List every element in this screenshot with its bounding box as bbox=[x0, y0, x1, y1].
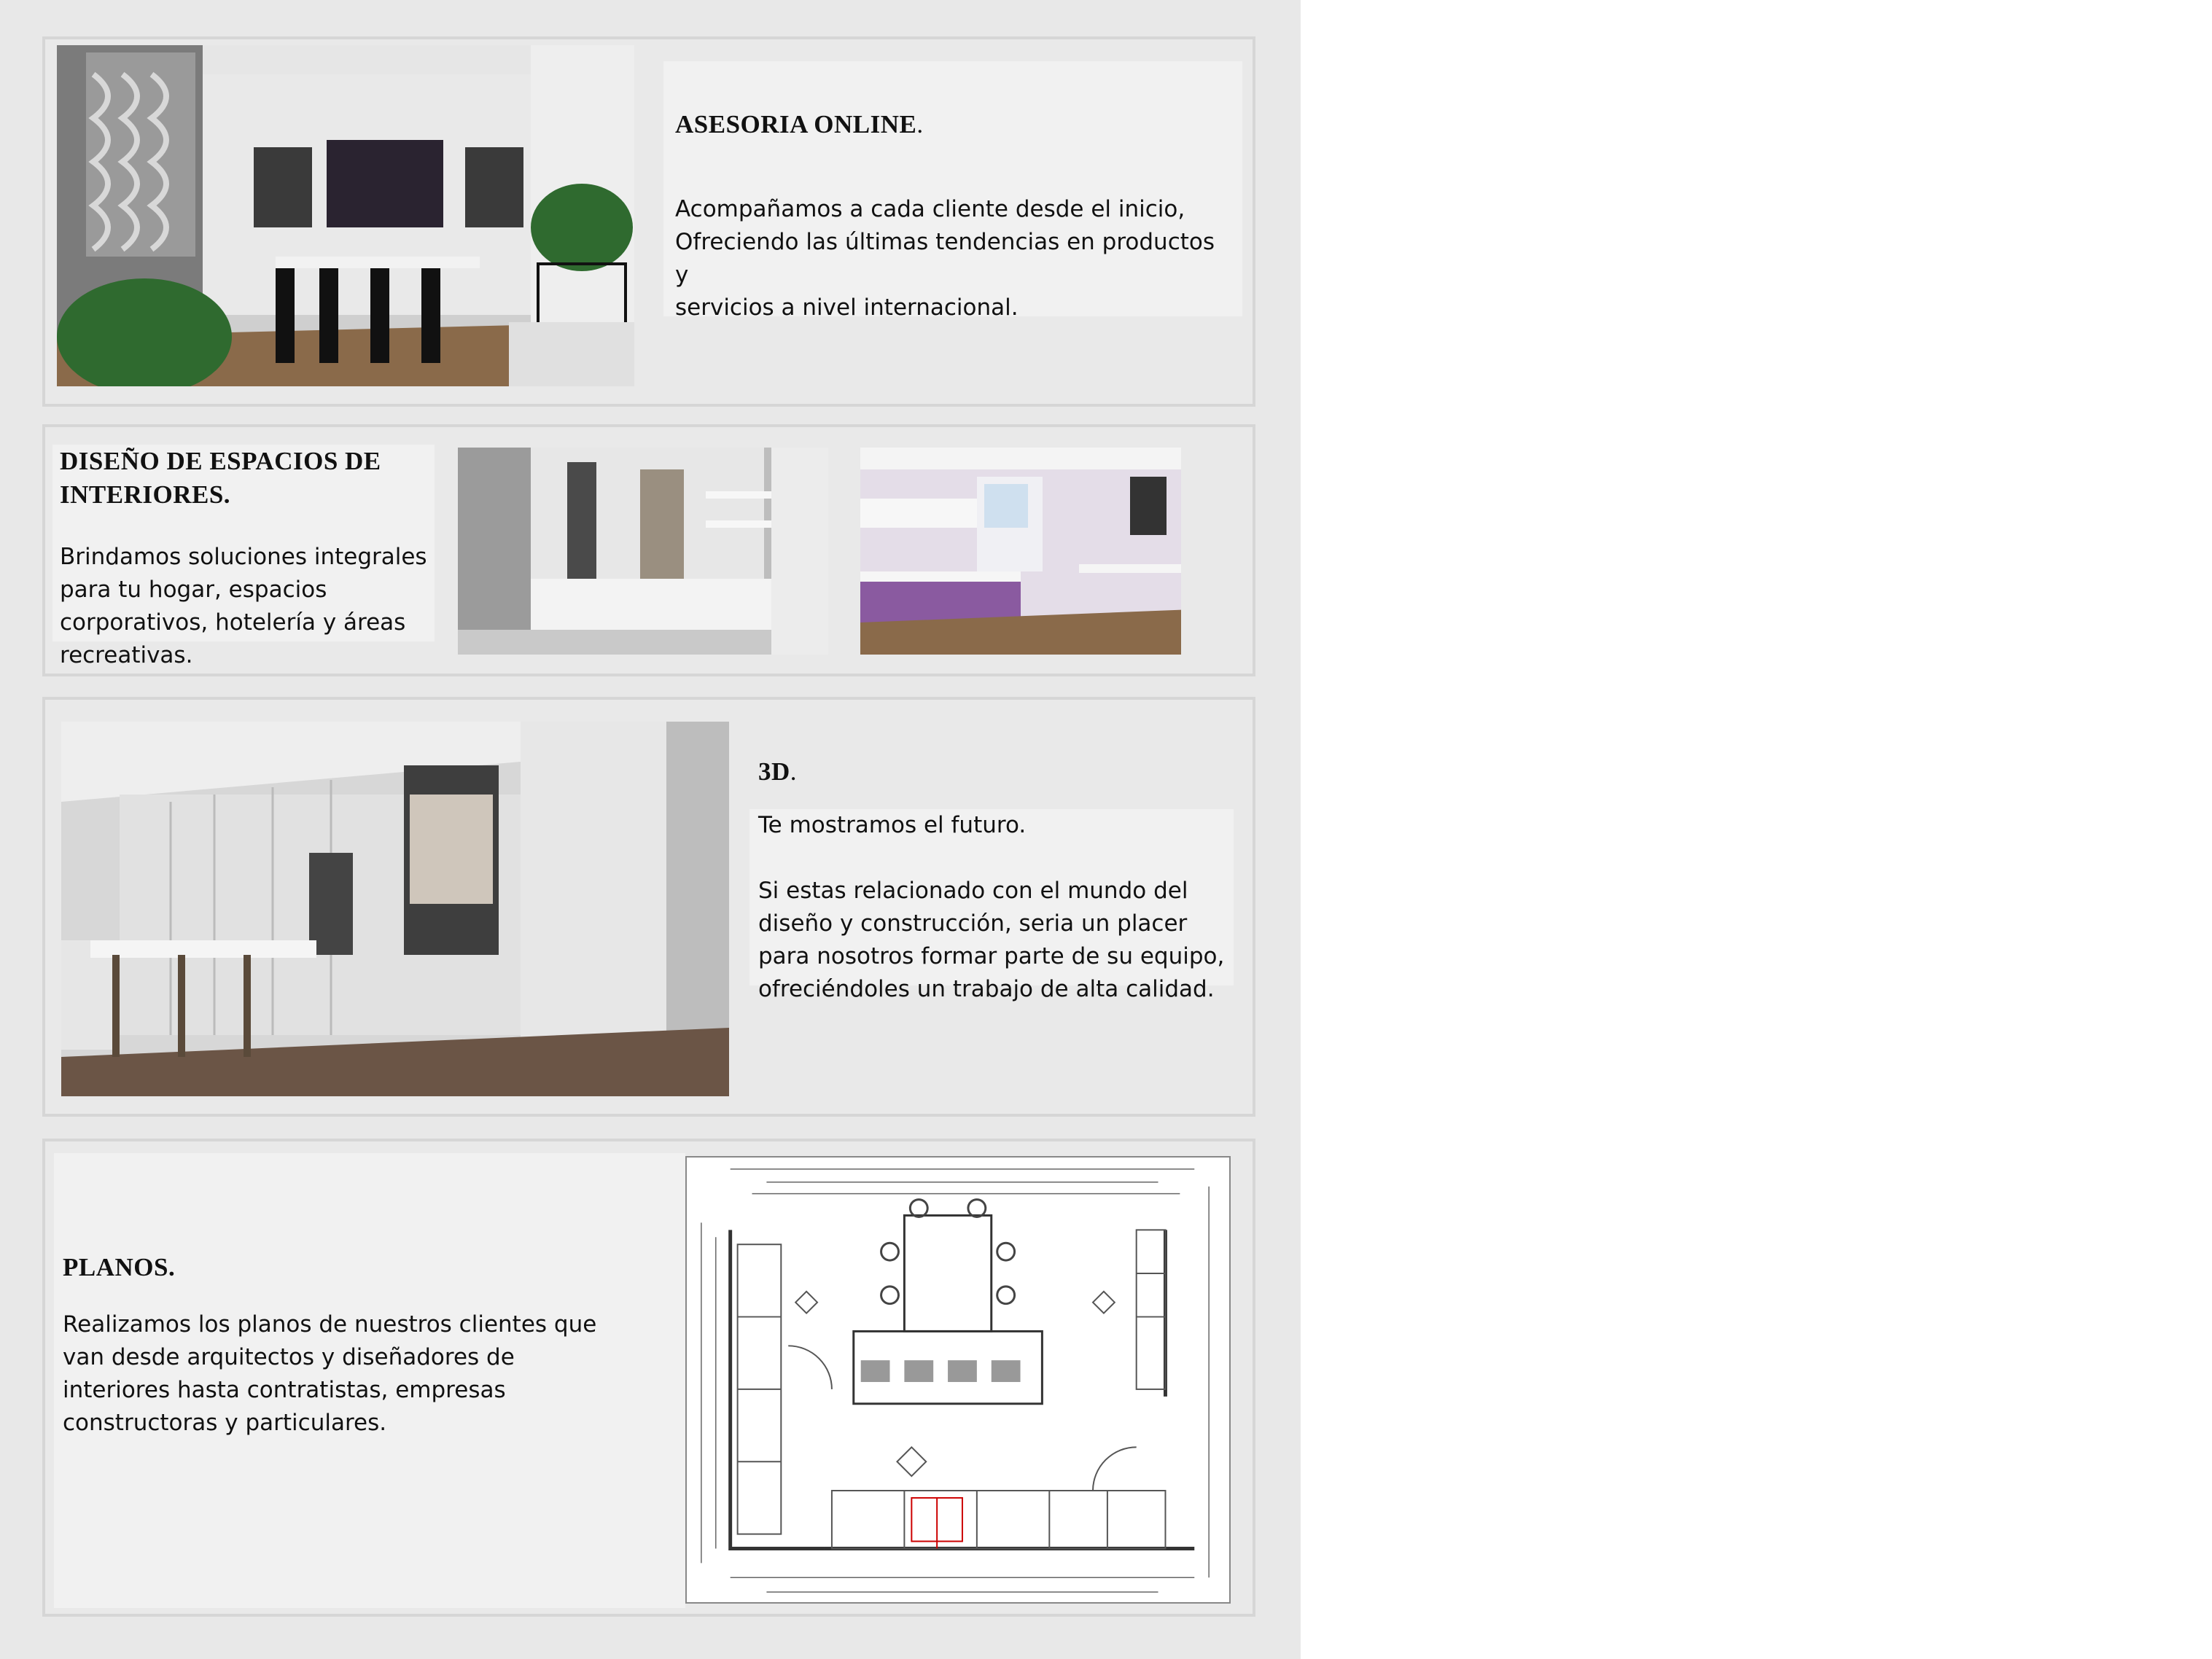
diseno-body: Brindamos soluciones integrales para tu … bbox=[60, 544, 427, 668]
section-planos: PLANOS. Realizamos los planos de nuestro… bbox=[42, 1139, 1255, 1617]
document-page: ASESORIA ONLINE. Acompañamos a cada clie… bbox=[0, 0, 1301, 1659]
diseno-text-box: DISEÑO DE ESPACIOS DE INTERIORES. Brinda… bbox=[52, 445, 435, 668]
asesoria-title: ASESORIA ONLINE bbox=[675, 110, 917, 138]
section-asesoria-online: ASESORIA ONLINE. Acompañamos a cada clie… bbox=[42, 36, 1255, 407]
asesoria-title-suffix: . bbox=[916, 110, 924, 138]
3d-text-box: Te mostramos el futuro. Si estas relacio… bbox=[749, 809, 1234, 1002]
3d-body: Si estas relacionado con el mundo del di… bbox=[758, 878, 1225, 1002]
bedroom-render-image bbox=[860, 448, 1229, 655]
3d-tagline: Te mostramos el futuro. bbox=[758, 812, 1027, 838]
living-room-render-image bbox=[458, 448, 828, 655]
asesoria-heading: ASESORIA ONLINE. bbox=[675, 108, 1231, 141]
planos-body: Realizamos los planos de nuestros client… bbox=[63, 1311, 597, 1436]
floor-plan-image bbox=[685, 1156, 1231, 1604]
3d-title-suffix: . bbox=[790, 757, 798, 786]
planos-title: PLANOS. bbox=[63, 1253, 176, 1281]
planos-text-box: PLANOS. Realizamos los planos de nuestro… bbox=[54, 1153, 685, 1608]
section-diseno-interiores: DISEÑO DE ESPACIOS DE INTERIORES. Brinda… bbox=[42, 424, 1255, 676]
3d-title: 3D bbox=[758, 757, 790, 786]
diseno-title: DISEÑO DE ESPACIOS DE INTERIORES. bbox=[60, 447, 381, 509]
asesoria-body: Acompañamos a cada cliente desde el inic… bbox=[675, 196, 1215, 321]
section-3d: 3D. Te mostramos el futuro. Si estas rel… bbox=[42, 697, 1255, 1117]
asesoria-text-box: ASESORIA ONLINE. Acompañamos a cada clie… bbox=[663, 61, 1242, 321]
3d-heading: 3D. bbox=[758, 755, 797, 788]
dining-room-render-image bbox=[57, 45, 634, 386]
kitchen-render-image bbox=[61, 722, 729, 1096]
